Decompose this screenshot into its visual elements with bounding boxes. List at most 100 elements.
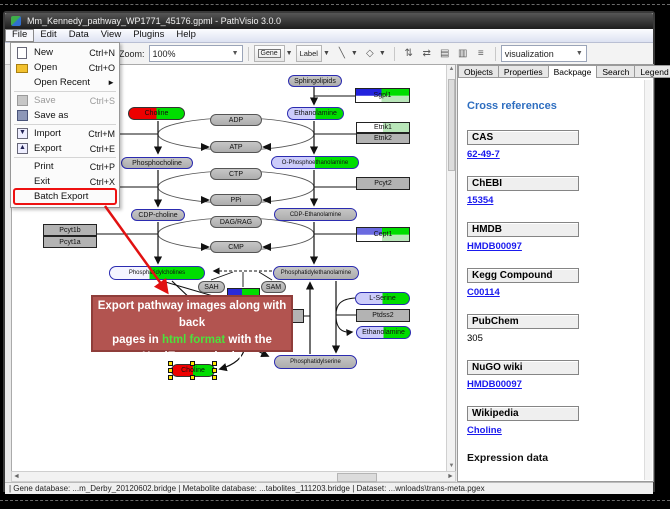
scroll-left-icon[interactable]: ◄ [12,472,21,481]
file-menu-item-export[interactable]: ▲ExportCtrl+E [11,141,119,156]
stack-icon[interactable]: ≡ [473,46,489,61]
label-tool-button[interactable]: Label [296,45,322,62]
pathway-node-cdp-choline[interactable]: CDP-choline [131,209,185,221]
pathway-node-cept1[interactable]: Cept1 [356,227,410,242]
tab-legend[interactable]: Legend [634,65,670,78]
scrollbar-thumb[interactable] [337,473,377,482]
menu-item-label: Open [34,62,57,73]
selection-handle[interactable] [168,368,173,373]
pathway-node-sah[interactable]: SAH [198,281,225,293]
save-icon [16,95,28,106]
menu-item-label: Save as [34,110,68,121]
xref-section-hmdb: HMDBHMDB00097 [467,222,653,252]
zoom-label: Zoom: [119,49,145,59]
file-menu-item-print[interactable]: PrintCtrl+P [11,159,119,174]
chevron-down-icon[interactable]: ▼ [379,50,386,57]
file-menu-item-new[interactable]: NewCtrl+N [11,45,119,60]
xref-link[interactable]: Choline [467,425,653,436]
menu-item-label: Save [34,95,56,106]
zoom-combobox[interactable]: 100% ▼ [149,45,243,62]
xref-link[interactable]: C00114 [467,287,653,298]
xref-link[interactable]: HMDB00097 [467,241,653,252]
pathway-node-l-serine[interactable]: L-Serine [355,292,410,305]
menubar-item-edit[interactable]: Edit [34,29,62,42]
pathway-node-ethanolamine[interactable]: Ethanolamine [287,107,344,120]
selection-handle[interactable] [190,375,195,380]
pathway-node-etnk1[interactable]: Etnk1 [356,122,410,133]
file-menu-item-import[interactable]: ▼ImportCtrl+M [11,126,119,141]
align-middle-icon[interactable]: ⇄ [419,46,435,61]
pathway-node-ethanolamine[interactable]: Ethanolamine [356,326,411,339]
canvas-vertical-scrollbar[interactable]: ▲ ▼ [446,65,455,471]
tab-backpage[interactable]: Backpage [548,65,598,78]
scroll-right-icon[interactable]: ► [446,472,455,481]
menu-item-label: New [34,47,53,58]
pathway-node-phosphatidylethanolamine[interactable]: Phosphatidylethanolamine [273,266,359,280]
xref-section-pubchem: PubChem305 [467,314,653,344]
selection-handle[interactable] [212,368,217,373]
menubar-item-plugins[interactable]: Plugins [127,29,170,42]
pathway-node-pcyt1b[interactable]: Pcyt1b [43,224,97,236]
menu-item-label: Import [34,128,61,139]
pathway-node-phosphatidylcholines[interactable]: Phosphatidylcholines [109,266,205,280]
pathway-node-o-phosphoethanolamine[interactable]: O-Phosphoethanolamine [271,156,359,169]
pathway-node-dag-rag[interactable]: DAG/RAG [210,216,262,228]
menu-item-label: Open Recent [34,77,90,88]
pathway-node-phosphatidylserine[interactable]: Phosphatidylserine [274,355,357,369]
xref-title: NuGO wiki [467,360,579,375]
scrollbar-thumb[interactable] [448,79,455,171]
file-menu-item-exit[interactable]: ExitCtrl+X [11,174,119,189]
file-menu-item-save-as[interactable]: Save as [11,108,119,123]
pathway-node-choline[interactable]: Choline [128,107,185,120]
xref-link[interactable]: 62-49-7 [467,149,653,160]
pathway-node-cdp-ethanolamine[interactable]: CDP-Ethanolamine [274,208,357,221]
title-bar: Mm_Kennedy_pathway_WP1771_45176.gpml - P… [5,13,653,29]
pathway-node-ppi[interactable]: PPi [210,194,262,206]
pathway-node-etnk2[interactable]: Etnk2 [356,133,410,144]
scroll-up-icon[interactable]: ▲ [447,65,456,74]
pathway-node-cmp[interactable]: CMP [210,241,262,253]
pathway-node-ptdss2[interactable]: Ptdss2 [356,309,410,322]
file-menu-item-open[interactable]: OpenCtrl+O [11,60,119,75]
xref-section-nugo-wiki: NuGO wiki HMDB00097 [467,360,653,390]
menubar-item-data[interactable]: Data [63,29,95,42]
pathway-node-ctp[interactable]: CTP [210,168,262,180]
line-tool-icon[interactable]: ╲ [334,46,350,61]
xref-link[interactable]: 15354 [467,195,653,206]
menubar-item-file[interactable]: File [5,29,34,42]
gene-tool-button[interactable]: Gene [254,45,285,62]
distribute-columns-icon[interactable]: ▥ [455,46,471,61]
pathway-node-adp[interactable]: ADP [210,114,262,126]
pathway-node-pcyt1a[interactable]: Pcyt1a [43,236,97,248]
pathway-node-sphingolipids[interactable]: Sphingolipids [288,75,342,87]
callout-line1: Export pathway images along with back [98,300,287,329]
menubar-item-view[interactable]: View [95,29,127,42]
batch-export-highlight-box [13,188,117,205]
xref-link[interactable]: HMDB00097 [467,379,653,390]
menu-item-shortcut: Ctrl+P [90,162,115,172]
tab-search[interactable]: Search [596,65,635,78]
chevron-down-icon[interactable]: ▼ [323,50,330,57]
align-center-icon[interactable]: ⇅ [401,46,417,61]
pathway-node-phosphocholine[interactable]: Phosphocholine [121,157,193,169]
chevron-down-icon[interactable]: ▼ [286,50,293,57]
pathway-node-pcyt2[interactable]: Pcyt2 [356,177,410,190]
canvas-horizontal-scrollbar[interactable]: ◄ ► [11,471,456,482]
file-menu-item-open-recent[interactable]: Open Recent► [11,75,119,90]
tab-properties[interactable]: Properties [498,65,549,78]
pathway-node-atp[interactable]: ATP [210,141,262,153]
pathway-node-sam[interactable]: SAM [261,281,286,293]
selection-handle[interactable] [168,375,173,380]
selection-handle[interactable] [212,375,217,380]
menubar-item-help[interactable]: Help [170,29,202,42]
connector-tool-icon[interactable]: ◇ [362,46,378,61]
file-menu-item-save[interactable]: Save Ctrl+S [11,93,119,108]
pathway-node-sgpl1[interactable]: Sgpl1 [355,88,410,103]
distribute-rows-icon[interactable]: ▤ [437,46,453,61]
menu-item-shortcut: Ctrl+S [90,96,115,106]
scroll-down-icon[interactable]: ▼ [447,462,456,471]
tab-objects[interactable]: Objects [458,65,499,78]
chevron-down-icon[interactable]: ▼ [351,50,358,57]
side-panel-scrollbar[interactable] [644,80,652,480]
visualization-combobox[interactable]: visualization ▼ [501,45,587,62]
